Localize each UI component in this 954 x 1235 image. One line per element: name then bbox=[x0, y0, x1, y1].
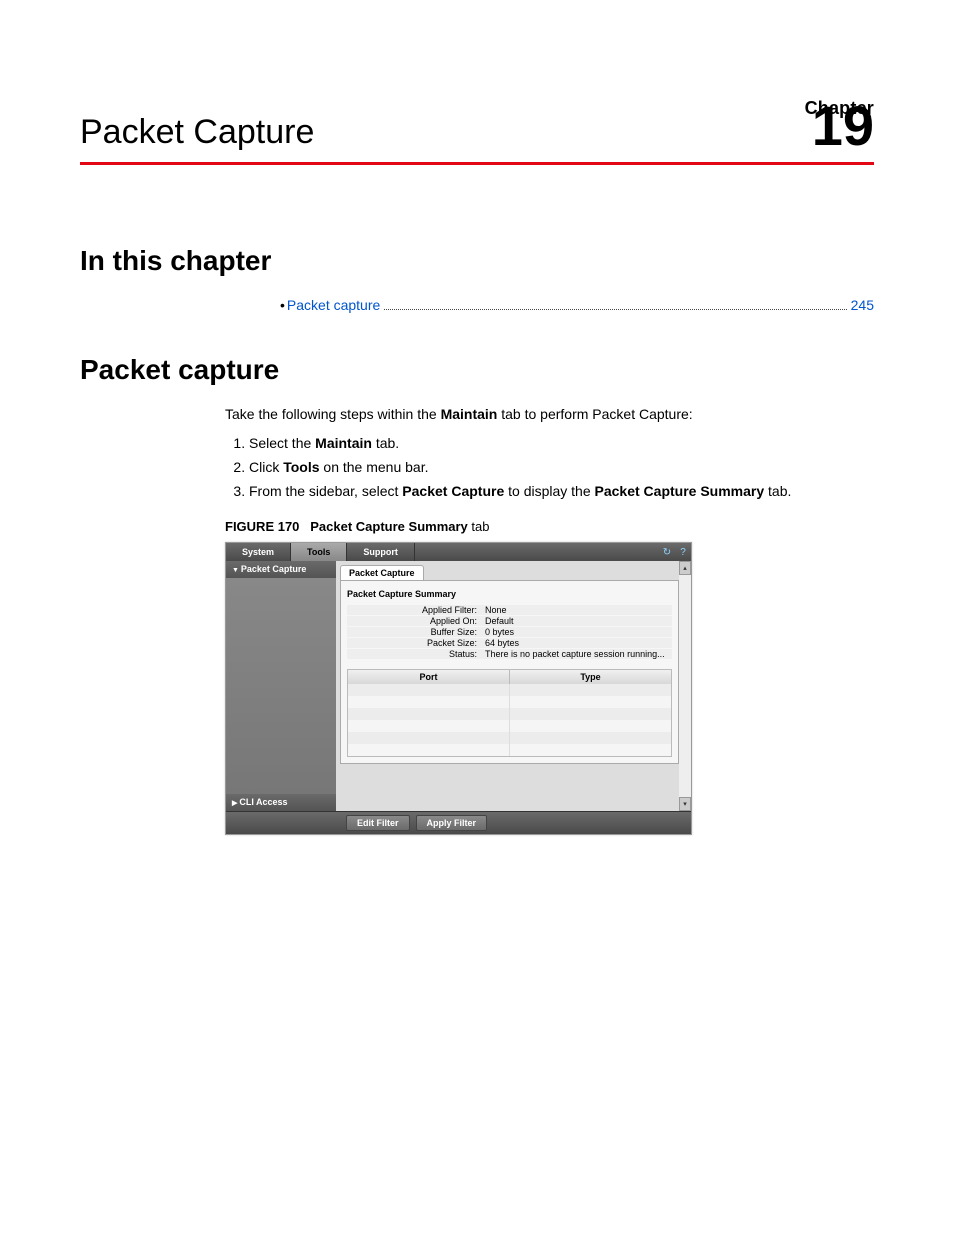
figure-label: FIGURE 170 bbox=[225, 519, 299, 534]
scroll-down-icon[interactable]: ▾ bbox=[679, 797, 691, 811]
row-applied-on: Applied On: Default bbox=[347, 616, 672, 626]
intro-bold-maintain: Maintain bbox=[441, 406, 498, 422]
value-applied-on: Default bbox=[481, 616, 672, 626]
step-3-bold-1: Packet Capture bbox=[402, 483, 504, 499]
step-1-bold: Maintain bbox=[315, 435, 372, 451]
label-buffer-size: Buffer Size: bbox=[347, 627, 481, 637]
row-buffer-size: Buffer Size: 0 bytes bbox=[347, 627, 672, 637]
intro-text-pre: Take the following steps within the bbox=[225, 406, 441, 422]
bullet-icon: • bbox=[280, 297, 285, 313]
figure-caption: FIGURE 170 Packet Capture Summary tab bbox=[225, 519, 874, 534]
refresh-icon[interactable]: ↻ bbox=[659, 543, 675, 561]
toc-page-number[interactable]: 245 bbox=[851, 297, 874, 313]
port-type-table: Port Type bbox=[347, 669, 672, 757]
scrollbar[interactable]: ▴ ▾ bbox=[679, 561, 691, 811]
step-2-bold: Tools bbox=[283, 459, 319, 475]
main-panel: Packet Capture Packet Capture Summary Ap… bbox=[336, 561, 691, 811]
step-2: Click Tools on the menu bar. bbox=[249, 459, 874, 475]
value-packet-size: 64 bytes bbox=[481, 638, 672, 648]
step-3-mid: to display the bbox=[504, 483, 594, 499]
label-applied-on: Applied On: bbox=[347, 616, 481, 626]
value-applied-filter: None bbox=[481, 605, 672, 615]
footer-bar: Edit Filter Apply Filter bbox=[226, 811, 691, 834]
step-1: Select the Maintain tab. bbox=[249, 435, 874, 451]
value-status: There is no packet capture session runni… bbox=[481, 649, 672, 659]
chapter-title: Packet Capture bbox=[80, 113, 314, 152]
menu-tools[interactable]: Tools bbox=[291, 543, 347, 561]
table-row bbox=[348, 732, 671, 744]
steps-list: Select the Maintain tab. Click Tools on … bbox=[225, 435, 874, 499]
toc-line: • Packet capture 245 bbox=[280, 297, 874, 314]
table-row bbox=[348, 696, 671, 708]
step-3: From the sidebar, select Packet Capture … bbox=[249, 483, 874, 499]
packet-capture-panel: Packet Capture Summary Applied Filter: N… bbox=[340, 580, 679, 764]
sidebar-item-cli-access[interactable]: CLI Access bbox=[226, 794, 336, 811]
table-row bbox=[348, 708, 671, 720]
table-row bbox=[348, 720, 671, 732]
value-buffer-size: 0 bytes bbox=[481, 627, 672, 637]
panel-title: Packet Capture Summary bbox=[347, 589, 672, 599]
section-in-this-chapter: In this chapter bbox=[80, 245, 874, 277]
step-2-pre: Click bbox=[249, 459, 283, 475]
sidebar-item-packet-capture[interactable]: Packet Capture bbox=[226, 561, 336, 578]
app-menubar: System Tools Support ↻ ? bbox=[226, 543, 691, 561]
menu-support[interactable]: Support bbox=[347, 543, 415, 561]
table-row bbox=[348, 744, 671, 756]
table-row bbox=[348, 684, 671, 696]
toc-link-packet-capture[interactable]: Packet capture bbox=[287, 297, 380, 313]
intro-text-post: tab to perform Packet Capture: bbox=[497, 406, 692, 422]
edit-filter-button[interactable]: Edit Filter bbox=[346, 815, 410, 831]
label-status: Status: bbox=[347, 649, 481, 659]
chapter-rule bbox=[80, 162, 874, 165]
help-icon[interactable]: ? bbox=[675, 543, 691, 561]
screenshot-figure: System Tools Support ↻ ? Packet Capture … bbox=[225, 542, 692, 835]
sidebar: Packet Capture CLI Access bbox=[226, 561, 336, 811]
figure-title-rest: tab bbox=[468, 519, 490, 534]
step-3-pre: From the sidebar, select bbox=[249, 483, 402, 499]
chapter-header: Chapter 19 Packet Capture bbox=[80, 98, 874, 154]
menu-system[interactable]: System bbox=[226, 543, 291, 561]
step-3-post: tab. bbox=[764, 483, 791, 499]
label-applied-filter: Applied Filter: bbox=[347, 605, 481, 615]
toc-dots bbox=[384, 309, 846, 310]
intro-paragraph: Take the following steps within the Main… bbox=[225, 404, 874, 425]
section-packet-capture: Packet capture bbox=[80, 354, 874, 386]
tab-packet-capture[interactable]: Packet Capture bbox=[340, 565, 424, 580]
chapter-label: Chapter bbox=[805, 98, 874, 119]
figure-title-bold: Packet Capture Summary bbox=[310, 519, 468, 534]
scroll-up-icon[interactable]: ▴ bbox=[679, 561, 691, 575]
column-type[interactable]: Type bbox=[510, 670, 671, 684]
apply-filter-button[interactable]: Apply Filter bbox=[416, 815, 488, 831]
step-1-post: tab. bbox=[372, 435, 399, 451]
row-applied-filter: Applied Filter: None bbox=[347, 605, 672, 615]
row-status: Status: There is no packet capture sessi… bbox=[347, 649, 672, 659]
row-packet-size: Packet Size: 64 bytes bbox=[347, 638, 672, 648]
column-port[interactable]: Port bbox=[348, 670, 510, 684]
step-1-pre: Select the bbox=[249, 435, 315, 451]
label-packet-size: Packet Size: bbox=[347, 638, 481, 648]
step-3-bold-2: Packet Capture Summary bbox=[595, 483, 765, 499]
step-2-post: on the menu bar. bbox=[320, 459, 429, 475]
